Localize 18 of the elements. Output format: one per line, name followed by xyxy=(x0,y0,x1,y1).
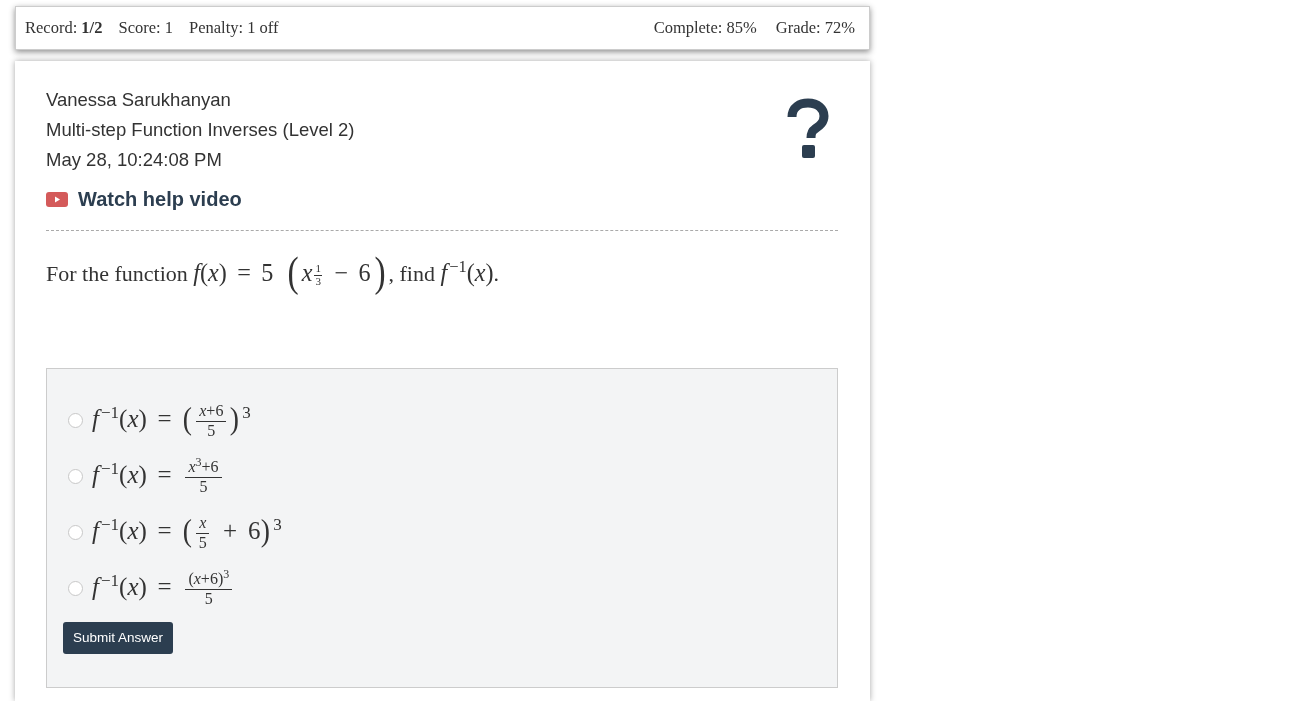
help-video-link[interactable]: Watch help video xyxy=(46,184,242,214)
radio-button[interactable] xyxy=(68,468,83,484)
play-icon xyxy=(46,191,68,207)
stat-text: Penalty: 1 off xyxy=(189,16,279,39)
radio-button[interactable] xyxy=(68,524,83,540)
answer-formula: f$^{−1}$(x) = (x+6)$^{3}$ 5 xyxy=(92,567,236,609)
question-mark-icon[interactable] xyxy=(786,98,830,158)
stat-text: Score: 1 xyxy=(118,16,173,39)
answer-formula: f$^{−1}$(x) = x$^{3}$+6 5 xyxy=(92,455,225,497)
timestamp: May 28, 10:24:08 PM xyxy=(46,148,223,172)
student-name: Vanessa Sarukhanyan xyxy=(46,88,232,112)
radio-button[interactable] xyxy=(68,412,83,428)
stat-text: Grade: 72% xyxy=(775,16,855,39)
submit-answer-button[interactable]: Submit Answer xyxy=(63,622,174,654)
radio-button[interactable] xyxy=(68,580,83,596)
stat-text: Complete: 85% xyxy=(653,16,757,39)
stat-text: Record: 1/2 xyxy=(25,16,103,39)
assignment-title: Multi-step Function Inverses (Level 2) xyxy=(46,118,355,142)
